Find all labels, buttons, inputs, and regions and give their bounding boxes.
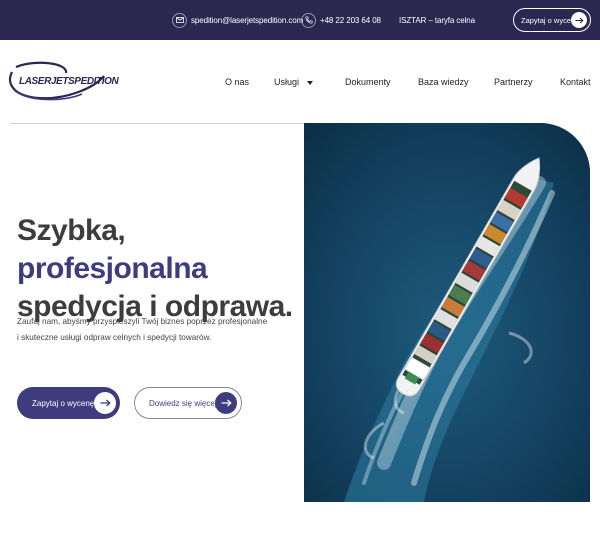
envelope-icon: [172, 12, 187, 28]
chevron-down-icon: [307, 80, 314, 85]
hero-learn-more-label: Dowiedz się więcej: [149, 398, 217, 408]
hero-learn-more-button[interactable]: Dowiedz się więcej: [134, 387, 242, 419]
topbar-phone[interactable]: +48 22 203 64 08: [301, 0, 381, 40]
arrow-right-icon: [571, 12, 587, 28]
hero-quote-label: Zapytaj o wycenę: [32, 398, 95, 408]
nav-kontakt[interactable]: Kontakt: [560, 77, 591, 87]
hero-paragraph-line2: i skuteczne usługi odpraw celnych i sped…: [17, 333, 212, 342]
hero-heading: Szybka, profesjonalna spedycja i odprawa…: [17, 212, 307, 326]
logo-text[interactable]: LASERJETSPEDITION: [19, 76, 119, 87]
arrow-right-icon: [94, 392, 116, 414]
topbar-email-text[interactable]: spedition@laserjetspedition.com: [191, 16, 303, 25]
top-bar: spedition@laserjetspedition.com +48 22 2…: [0, 0, 600, 40]
hero-image: [304, 123, 590, 502]
arrow-right-icon: [215, 392, 237, 414]
hero-heading-part1: Szybka,: [17, 214, 126, 247]
nav-o-nas[interactable]: O nas: [225, 77, 249, 87]
phone-icon: [301, 12, 316, 28]
topbar-phone-text[interactable]: +48 22 203 64 08: [320, 16, 381, 25]
container-ship-image: [304, 123, 590, 502]
header-divider: [10, 123, 305, 124]
nav-uslugi[interactable]: Usługi: [274, 77, 314, 87]
hero-heading-accent: profesjonalna: [17, 252, 208, 285]
hero-paragraph: Zaufaj nam, abyśmy przyspieszyli Twój bi…: [17, 314, 297, 346]
topbar-quote-button[interactable]: Zapytaj o wycenę: [513, 8, 591, 32]
topbar-email[interactable]: spedition@laserjetspedition.com: [172, 0, 303, 40]
hero-paragraph-line1: Zaufaj nam, abyśmy przyspieszyli Twój bi…: [17, 317, 268, 326]
nav-partnerzy[interactable]: Partnerzy: [494, 77, 533, 87]
nav-dokumenty[interactable]: Dokumenty: [345, 77, 391, 87]
topbar-isztar-text[interactable]: ISZTAR – taryfa celna: [399, 16, 475, 25]
topbar-isztar-link[interactable]: ISZTAR – taryfa celna: [399, 0, 475, 40]
nav-baza-wiedzy[interactable]: Baza wiedzy: [418, 77, 469, 87]
hero-quote-button[interactable]: Zapytaj o wycenę: [17, 387, 120, 419]
nav-uslugi-label: Usługi: [274, 77, 300, 87]
